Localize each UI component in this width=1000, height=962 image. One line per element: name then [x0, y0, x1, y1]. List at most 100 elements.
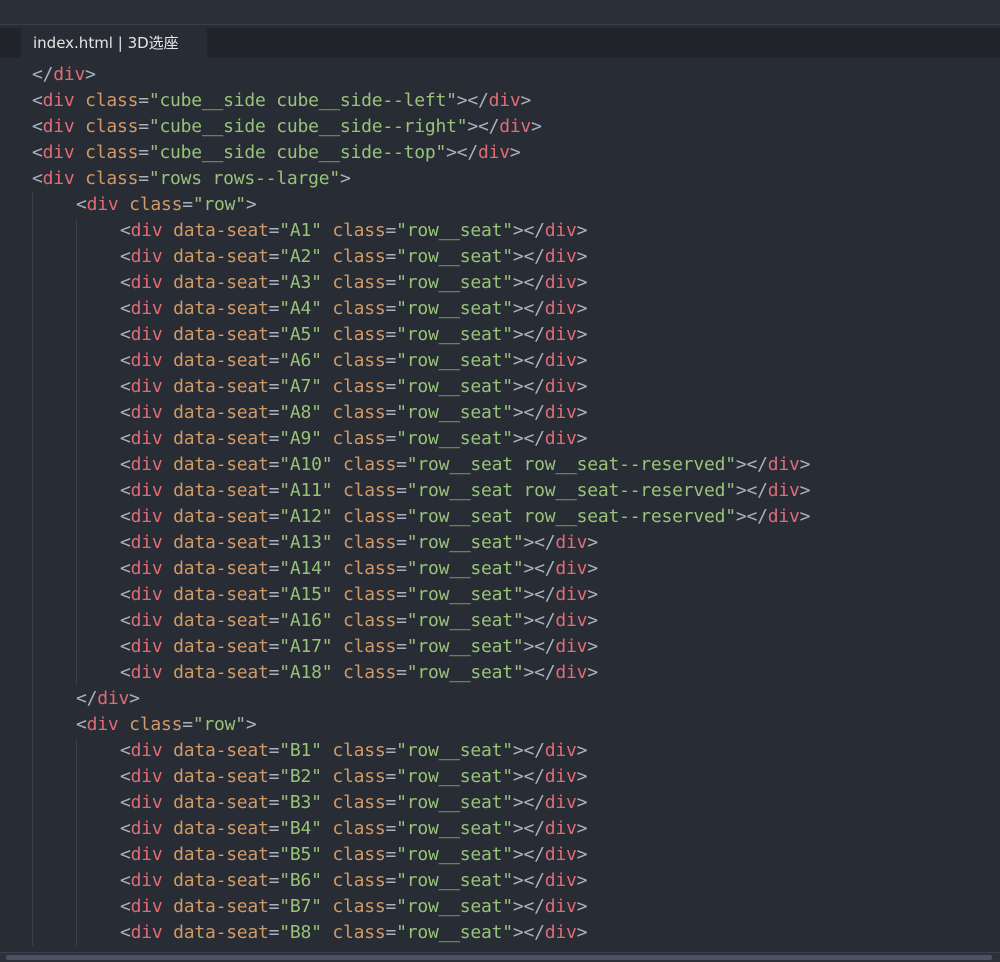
code-text: <div data-seat="B7" class="row__seat"></… — [120, 896, 588, 917]
code-line: <div data-seat="A4" class="row__seat"></… — [0, 296, 1000, 322]
indent-guide — [32, 400, 33, 426]
code-text: <div data-seat="A11" class="row__seat ro… — [120, 480, 811, 501]
code-line: <div data-seat="B5" class="row__seat"></… — [0, 842, 1000, 868]
scrollbar-thumb[interactable] — [6, 955, 992, 960]
code-line: <div data-seat="B6" class="row__seat"></… — [0, 868, 1000, 894]
code-line: <div class="cube__side cube__side--top">… — [0, 140, 1000, 166]
tab-index-html[interactable]: index.html | 3D选座 — [21, 28, 207, 58]
code-line: <div data-seat="A8" class="row__seat"></… — [0, 400, 1000, 426]
indent-guide — [76, 556, 77, 582]
indent-guide — [32, 764, 33, 790]
code-text: <div data-seat="B4" class="row__seat"></… — [120, 818, 588, 839]
horizontal-scrollbar[interactable] — [0, 952, 1000, 962]
code-line: <div data-seat="B3" class="row__seat"></… — [0, 790, 1000, 816]
code-line: <div class="row"> — [0, 192, 1000, 218]
code-text: <div data-seat="A5" class="row__seat"></… — [120, 324, 588, 345]
code-text: <div data-seat="B5" class="row__seat"></… — [120, 844, 588, 865]
indent-guide — [32, 660, 33, 686]
indent-guide — [76, 322, 77, 348]
code-text: <div data-seat="B8" class="row__seat"></… — [120, 922, 588, 943]
indent-guide — [32, 920, 33, 946]
code-text: <div class="row"> — [76, 194, 257, 215]
code-line: </div> — [0, 686, 1000, 712]
indent-guide — [76, 790, 77, 816]
code-text: <div data-seat="A8" class="row__seat"></… — [120, 402, 588, 423]
code-text: <div class="cube__side cube__side--right… — [32, 116, 542, 137]
indent-guide — [32, 556, 33, 582]
code-text: <div data-seat="A14" class="row__seat"><… — [120, 558, 598, 579]
indent-guide — [32, 530, 33, 556]
code-line: <div data-seat="A13" class="row__seat"><… — [0, 530, 1000, 556]
code-text: </div> — [76, 688, 140, 709]
code-text: <div data-seat="A17" class="row__seat"><… — [120, 636, 598, 657]
indent-guide — [76, 400, 77, 426]
code-line: <div data-seat="A18" class="row__seat"><… — [0, 660, 1000, 686]
code-line: <div data-seat="A14" class="row__seat"><… — [0, 556, 1000, 582]
tab-bar: index.html | 3D选座 — [0, 28, 1000, 58]
indent-guide — [76, 868, 77, 894]
code-text: <div data-seat="A15" class="row__seat"><… — [120, 584, 598, 605]
code-text: <div data-seat="B1" class="row__seat"></… — [120, 740, 588, 761]
indent-guide — [32, 478, 33, 504]
code-line: <div data-seat="B8" class="row__seat"></… — [0, 920, 1000, 946]
code-line: </div> — [0, 62, 1000, 88]
code-text: <div data-seat="B2" class="row__seat"></… — [120, 766, 588, 787]
indent-guide — [32, 608, 33, 634]
code-line: <div data-seat="A3" class="row__seat"></… — [0, 270, 1000, 296]
indent-guide — [32, 452, 33, 478]
code-line: <div data-seat="A17" class="row__seat"><… — [0, 634, 1000, 660]
code-text: <div data-seat="A16" class="row__seat"><… — [120, 610, 598, 631]
code-text: <div data-seat="A13" class="row__seat"><… — [120, 532, 598, 553]
indent-guide — [32, 218, 33, 244]
indent-guide — [76, 816, 77, 842]
code-text: <div data-seat="A12" class="row__seat ro… — [120, 506, 811, 527]
indent-guide — [76, 296, 77, 322]
code-text: <div data-seat="A7" class="row__seat"></… — [120, 376, 588, 397]
code-line: <div class="rows rows--large"> — [0, 166, 1000, 192]
code-editor: index.html | 3D选座 </div> <div class="cub… — [0, 0, 1000, 962]
indent-guide — [32, 894, 33, 920]
indent-guide — [76, 452, 77, 478]
indent-guide — [76, 504, 77, 530]
code-text: <div data-seat="A18" class="row__seat"><… — [120, 662, 598, 683]
code-line: <div data-seat="A10" class="row__seat ro… — [0, 452, 1000, 478]
indent-guide — [32, 582, 33, 608]
code-line: <div data-seat="A9" class="row__seat"></… — [0, 426, 1000, 452]
code-text: </div> — [32, 64, 96, 85]
code-line: <div class="cube__side cube__side--right… — [0, 114, 1000, 140]
code-text: <div class="row"> — [76, 714, 257, 735]
code-line: <div class="row"> — [0, 712, 1000, 738]
indent-guide — [76, 660, 77, 686]
code-text: <div data-seat="B3" class="row__seat"></… — [120, 792, 588, 813]
code-line: <div data-seat="A2" class="row__seat"></… — [0, 244, 1000, 270]
indent-guide — [32, 790, 33, 816]
code-line: <div data-seat="A12" class="row__seat ro… — [0, 504, 1000, 530]
code-text: <div data-seat="A1" class="row__seat"></… — [120, 220, 588, 241]
indent-guide — [32, 374, 33, 400]
indent-guide — [32, 816, 33, 842]
indent-guide — [32, 192, 33, 218]
code-text: <div data-seat="A3" class="row__seat"></… — [120, 272, 588, 293]
indent-guide — [76, 530, 77, 556]
title-strip — [0, 0, 1000, 25]
indent-guide — [32, 322, 33, 348]
code-line: <div data-seat="A1" class="row__seat"></… — [0, 218, 1000, 244]
code-text: <div class="cube__side cube__side--top">… — [32, 142, 521, 163]
indent-guide — [76, 920, 77, 946]
indent-guide — [76, 374, 77, 400]
indent-guide — [32, 348, 33, 374]
code-text: <div data-seat="A9" class="row__seat"></… — [120, 428, 588, 449]
code-line: <div data-seat="B4" class="row__seat"></… — [0, 816, 1000, 842]
code-text: <div data-seat="B6" class="row__seat"></… — [120, 870, 588, 891]
code-line: <div data-seat="A7" class="row__seat"></… — [0, 374, 1000, 400]
code-line: <div class="cube__side cube__side--left"… — [0, 88, 1000, 114]
indent-guide — [32, 426, 33, 452]
code-line: <div data-seat="B2" class="row__seat"></… — [0, 764, 1000, 790]
code-area[interactable]: </div> <div class="cube__side cube__side… — [0, 62, 1000, 952]
code-text: <div data-seat="A2" class="row__seat"></… — [120, 246, 588, 267]
indent-guide — [32, 244, 33, 270]
indent-guide — [76, 218, 77, 244]
indent-guide — [76, 764, 77, 790]
code-text: <div class="cube__side cube__side--left"… — [32, 90, 532, 111]
indent-guide — [32, 842, 33, 868]
